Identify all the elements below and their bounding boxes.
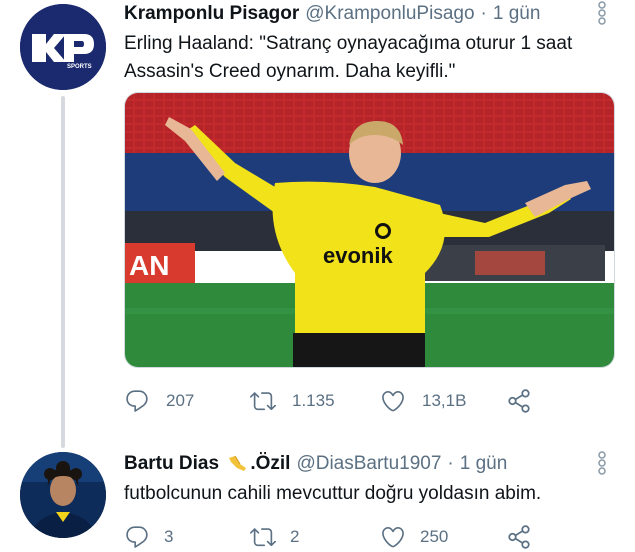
tweet-kramponlu[interactable]: Kramponlu Pisagor @KramponluPisago · 1 g… — [124, 0, 614, 86]
share-button[interactable] — [506, 524, 532, 550]
shirt-sponsor-text: evonik — [323, 243, 393, 268]
reply-count: 3 — [164, 527, 174, 546]
thread-connector-line — [61, 96, 65, 448]
kramponlu-avatar[interactable]: SPORTS — [20, 4, 106, 90]
retweet-button[interactable]: 2 — [250, 524, 299, 550]
logo-sports-text: SPORTS — [67, 64, 92, 70]
reply-button[interactable]: 207 — [124, 388, 194, 414]
tweet-bartu[interactable]: Bartu Dias .Özil @DiasBartu1907 · 1 gün … — [124, 450, 614, 508]
display-name[interactable]: Kramponlu Pisagor — [124, 0, 299, 28]
share-icon — [508, 389, 530, 413]
share-icon — [508, 525, 530, 549]
like-count: 13,1B — [422, 391, 467, 410]
retweet-button[interactable]: 1.135 — [250, 388, 335, 414]
retweet-icon — [250, 528, 276, 547]
like-count: 250 — [420, 527, 449, 546]
display-name[interactable]: Bartu Dias .Özil — [124, 450, 290, 478]
heart-icon — [382, 526, 404, 548]
tweet-actions: 3 2 250 — [124, 520, 544, 552]
kramponlu-logo-icon: SPORTS — [20, 4, 106, 90]
reply-icon — [126, 390, 148, 412]
tweet-actions: 207 1.135 13,1B — [124, 384, 544, 418]
retweet-icon — [250, 392, 276, 411]
tweet-time[interactable]: 1 gün — [460, 450, 508, 478]
tweet-text: Erling Haaland: "Satranç oynayacağıma ot… — [124, 33, 573, 82]
reply-icon — [126, 526, 148, 548]
separator-dot: · — [480, 3, 487, 24]
tweet-header: Bartu Dias .Özil @DiasBartu1907 · 1 gün — [124, 450, 614, 478]
user-handle[interactable]: @DiasBartu1907 — [296, 450, 441, 478]
like-button[interactable]: 13,1B — [380, 388, 466, 414]
share-button[interactable] — [506, 388, 532, 414]
profile-photo-icon — [20, 452, 106, 538]
like-button[interactable]: 250 — [380, 524, 448, 550]
tweet-media-photo[interactable]: AN evonik — [124, 92, 615, 368]
retweet-count: 1.135 — [292, 391, 335, 410]
svg-text:AN: AN — [129, 250, 169, 281]
tweet-time[interactable]: 1 gün — [493, 0, 541, 28]
more-options-icon[interactable] — [597, 0, 607, 28]
raised-hand-emoji-icon — [229, 455, 247, 471]
separator-dot: · — [447, 453, 454, 474]
tweet-header: Kramponlu Pisagor @KramponluPisago · 1 g… — [124, 0, 614, 28]
reply-count: 207 — [166, 391, 195, 410]
player-celebration-image: AN evonik — [125, 93, 614, 367]
user-handle[interactable]: @KramponluPisago — [305, 0, 474, 28]
tweet-text: futbolcunun cahili mevcuttur doğru yolda… — [124, 483, 542, 504]
heart-icon — [382, 390, 404, 412]
display-name-part2: .Özil — [250, 453, 291, 474]
display-name-part1: Bartu Dias — [124, 453, 220, 474]
retweet-count: 2 — [290, 527, 300, 546]
reply-button[interactable]: 3 — [124, 524, 173, 550]
more-options-icon[interactable] — [597, 450, 607, 478]
bartu-avatar[interactable] — [20, 452, 106, 538]
